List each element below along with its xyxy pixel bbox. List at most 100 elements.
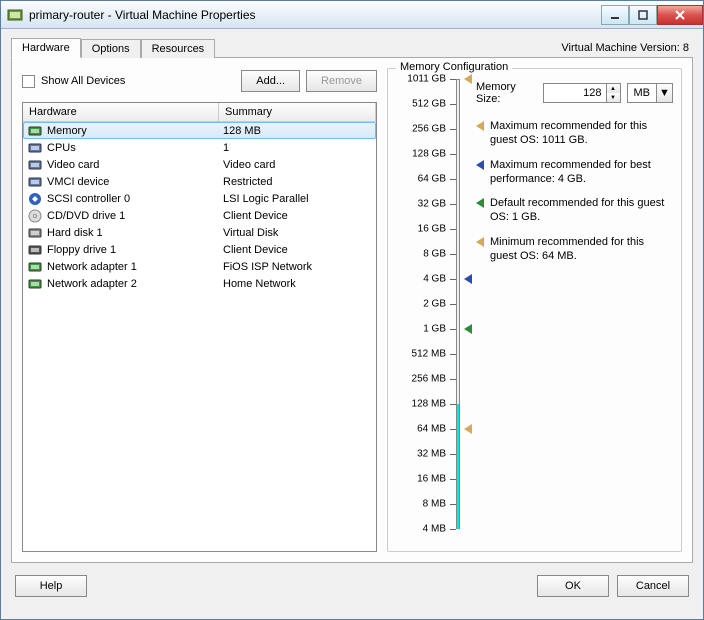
device-name: Video card (47, 159, 223, 171)
hardware-left-column: Show All Devices Add... Remove Hardware … (22, 68, 377, 552)
mem-recommendation: Maximum recommended for best performance… (476, 158, 673, 187)
vm-version-label: Virtual Machine Version: 8 (561, 42, 693, 57)
mem-tick-label: 32 MB (400, 449, 446, 460)
mem-tick-label: 8 GB (400, 249, 446, 260)
device-name: SCSI controller 0 (47, 193, 223, 205)
close-button[interactable] (657, 5, 703, 25)
mem-tick-label: 2 GB (400, 299, 446, 310)
mem-tick-label: 512 MB (400, 349, 446, 360)
remove-button[interactable]: Remove (306, 70, 377, 92)
floppy-icon (27, 243, 43, 257)
chevron-down-icon[interactable]: ▼ (656, 84, 672, 102)
memory-unit-value: MB (628, 87, 657, 99)
tab-row: HardwareOptionsResources Virtual Machine… (11, 35, 693, 57)
hardware-row-cd-dvd-drive-1[interactable]: CD/DVD drive 1Client Device (23, 207, 376, 224)
col-summary[interactable]: Summary (219, 103, 376, 121)
hardware-row-vmci-device[interactable]: VMCI deviceRestricted (23, 173, 376, 190)
memory-icon (27, 124, 43, 138)
device-name: CPUs (47, 142, 223, 154)
memory-config-legend: Memory Configuration (396, 61, 512, 73)
help-button[interactable]: Help (15, 575, 87, 597)
device-name: VMCI device (47, 176, 223, 188)
reco-text: Default recommended for this guest OS: 1… (490, 196, 673, 225)
nic-icon (27, 277, 43, 291)
mem-tick-label: 8 MB (400, 499, 446, 510)
triangle-icon (476, 198, 484, 208)
mem-tick-label: 256 MB (400, 374, 446, 385)
memory-size-spinbox[interactable]: ▲▼ (543, 83, 621, 103)
cpu-icon (27, 141, 43, 155)
mem-tick-label: 64 GB (400, 174, 446, 185)
triangle-icon (476, 237, 484, 247)
memory-slider-track[interactable]: 1011 GB512 GB256 GB128 GB64 GB32 GB16 GB… (396, 79, 468, 529)
mem-tick-label: 512 GB (400, 99, 446, 110)
device-name: CD/DVD drive 1 (47, 210, 223, 222)
mem-tick-label: 128 MB (400, 399, 446, 410)
titlebar[interactable]: primary-router - Virtual Machine Propert… (1, 1, 703, 29)
hardware-list-header: Hardware Summary (23, 103, 376, 122)
hardware-row-hard-disk-1[interactable]: Hard disk 1Virtual Disk (23, 224, 376, 241)
show-all-checkbox[interactable] (22, 75, 35, 88)
mem-tick-label: 4 GB (400, 274, 446, 285)
memory-unit-combobox[interactable]: MB ▼ (627, 83, 674, 103)
mem-marker (464, 274, 472, 284)
tab-options[interactable]: Options (81, 39, 141, 58)
device-summary: Virtual Disk (223, 227, 372, 239)
hardware-row-video-card[interactable]: Video cardVideo card (23, 156, 376, 173)
maximize-button[interactable] (629, 5, 657, 25)
mem-tick-label: 128 GB (400, 149, 446, 160)
memory-size-input[interactable] (544, 87, 606, 99)
device-name: Hard disk 1 (47, 227, 223, 239)
device-summary: 128 MB (223, 125, 372, 137)
hardware-list: Hardware Summary Memory128 MBCPUs1Video … (22, 102, 377, 552)
show-all-label: Show All Devices (41, 75, 125, 87)
mem-tick-label: 16 MB (400, 474, 446, 485)
spin-down-icon[interactable]: ▼ (606, 93, 620, 102)
bottom-button-bar: Help OK Cancel (11, 563, 693, 609)
spin-up-icon[interactable]: ▲ (606, 84, 620, 93)
hardware-row-memory[interactable]: Memory128 MB (23, 122, 376, 139)
hdd-icon (27, 226, 43, 240)
window-buttons (601, 5, 703, 25)
add-button[interactable]: Add... (241, 70, 300, 92)
memory-size-label: Memory Size: (476, 81, 537, 105)
mem-tick-label: 16 GB (400, 224, 446, 235)
minimize-button[interactable] (601, 5, 629, 25)
col-hardware[interactable]: Hardware (23, 103, 219, 121)
device-summary: Restricted (223, 176, 372, 188)
mem-marker (464, 424, 472, 434)
mem-recommendation: Minimum recommended for this guest OS: 6… (476, 235, 673, 264)
tab-resources[interactable]: Resources (141, 39, 216, 58)
mem-recommendation: Maximum recommended for this guest OS: 1… (476, 119, 673, 148)
memory-side-panel: Memory Size: ▲▼ MB ▼ Maximum r (476, 79, 673, 529)
hardware-tab-panel: Show All Devices Add... Remove Hardware … (11, 57, 693, 563)
reco-text: Maximum recommended for best performance… (490, 158, 673, 187)
tab-hardware[interactable]: Hardware (11, 38, 81, 58)
hardware-top-row: Show All Devices Add... Remove (22, 68, 377, 94)
hardware-row-network-adapter-1[interactable]: Network adapter 1FiOS ISP Network (23, 258, 376, 275)
memory-config-column: Memory Configuration 1011 GB512 GB256 GB… (387, 68, 682, 552)
reco-text: Minimum recommended for this guest OS: 6… (490, 235, 673, 264)
memory-config-fieldset: Memory Configuration 1011 GB512 GB256 GB… (387, 68, 682, 552)
mem-recommendation: Default recommended for this guest OS: 1… (476, 196, 673, 225)
nic-icon (27, 260, 43, 274)
mem-tick-label: 4 MB (400, 524, 446, 535)
vmci-icon (27, 175, 43, 189)
scsi-icon (27, 192, 43, 206)
cd-icon (27, 209, 43, 223)
app-icon (7, 7, 23, 23)
cancel-button[interactable]: Cancel (617, 575, 689, 597)
device-summary: Video card (223, 159, 372, 171)
mem-marker (464, 324, 472, 334)
device-summary: Client Device (223, 210, 372, 222)
vm-properties-window: primary-router - Virtual Machine Propert… (0, 0, 704, 620)
device-name: Memory (47, 125, 223, 137)
hardware-row-network-adapter-2[interactable]: Network adapter 2Home Network (23, 275, 376, 292)
device-summary: LSI Logic Parallel (223, 193, 372, 205)
device-name: Network adapter 2 (47, 278, 223, 290)
hardware-row-cpus[interactable]: CPUs1 (23, 139, 376, 156)
device-summary: Home Network (223, 278, 372, 290)
hardware-row-floppy-drive-1[interactable]: Floppy drive 1Client Device (23, 241, 376, 258)
hardware-row-scsi-controller-0[interactable]: SCSI controller 0LSI Logic Parallel (23, 190, 376, 207)
ok-button[interactable]: OK (537, 575, 609, 597)
